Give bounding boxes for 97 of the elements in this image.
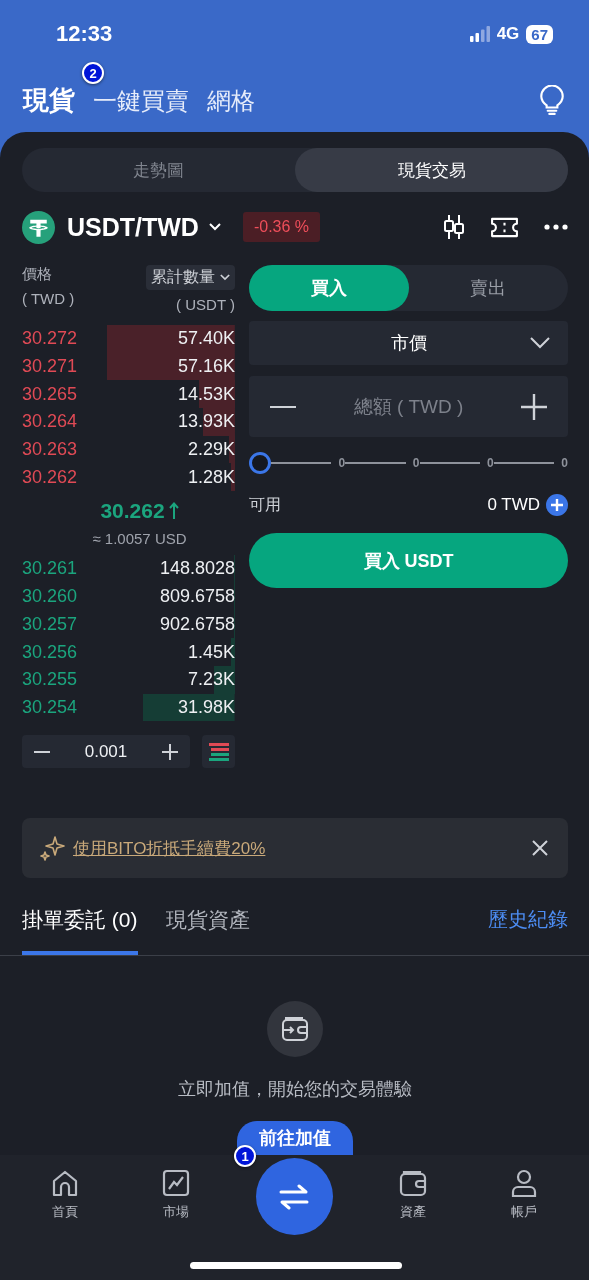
column-unit: ( TWD ) [22,290,75,307]
order-row[interactable]: 30.272 57.40K [22,325,235,353]
close-icon [532,840,548,857]
promo-link[interactable]: 使用BITO折抵手續費20% [73,836,525,860]
amount-slider[interactable]: 0 0 0 0 [249,452,568,474]
order-price: 30.262 [22,466,78,488]
add-circle-icon [546,494,568,516]
tether-coin-icon [22,210,55,244]
orders-tab[interactable]: 現貨資產 [165,906,250,956]
available-balance: 0 TWD [487,495,540,515]
ticket-icon [490,216,519,238]
nav-item[interactable]: 帳戶 [493,1169,554,1221]
order-price: 30.271 [22,356,78,378]
increase-button[interactable] [520,392,548,421]
lightbulb-icon [539,85,565,115]
order-row[interactable]: 30.263 2.29K [22,435,235,464]
order-row[interactable]: 30.257 902.6758 [22,610,235,639]
order-row[interactable]: 30.262 1.28K [22,463,235,492]
header-tab[interactable]: 現貨 [23,82,75,118]
order-amount: 809.6758 [159,586,235,608]
sparkle-icon [40,835,66,862]
usd-price: ≈ 1.0057 USD [92,530,187,548]
orders-tab[interactable]: 掛單委託 (0) [22,906,138,956]
order-type-dropdown[interactable]: 市價 [249,321,568,365]
signal-icon [469,26,490,42]
amount-field[interactable]: 總額 ( TWD ) [249,376,568,437]
nav-item[interactable]: 首頁 [35,1169,96,1221]
step-value: 0.001 [84,741,128,762]
order-amount: 31.98K [177,696,235,718]
order-price: 30.260 [22,586,78,608]
order-price: 30.255 [22,669,78,691]
last-price: 30.262 [100,499,165,524]
order-row[interactable]: 30.265 14.53K [22,380,235,409]
order-price: 30.264 [22,411,78,433]
chevron-down-icon [208,223,221,231]
empty-message: 立即加值，開始您的交易體驗 [178,1078,412,1102]
swap-arrows-icon [279,1183,310,1210]
order-row[interactable]: 30.255 7.23K [22,665,235,694]
order-amount: 57.40K [177,328,235,350]
history-link[interactable]: 歷史紀錄 [488,906,568,934]
column-header: 價格 [22,265,53,284]
order-row[interactable]: 30.256 1.45K [22,638,235,666]
amount-dropdown[interactable]: 累計數量 [146,265,235,290]
chevron-down-icon [530,337,550,349]
chevron-down-icon [220,274,230,281]
order-row[interactable]: 30.254 31.98K [22,693,235,722]
amount-field[interactable]: 總額 ( TWD ) [305,394,512,419]
more-icon [544,224,568,230]
header-tab[interactable]: 網格 [207,84,255,117]
order-price: 30.261 [22,558,78,580]
view-tab[interactable]: 走勢圖 [22,148,295,192]
annotation-marker: 2 [82,62,104,84]
order-amount: 7.23K [187,669,235,691]
wallet-icon [399,1169,428,1197]
battery-indicator: 67 [526,24,553,44]
minus-icon [34,750,50,753]
order-amount: 2.29K [187,439,235,461]
side-tab[interactable]: 賣出 [408,265,568,311]
order-row[interactable]: 30.261 148.8028 [22,555,235,583]
order-amount: 14.53K [177,383,235,405]
network-label: 4G [496,24,520,44]
book-layout-button[interactable] [202,735,235,769]
pair-name[interactable]: USDT/TWD [67,212,199,242]
order-amount: 57.16K [177,356,235,378]
wallet-transfer-icon [281,1016,309,1043]
order-price: 30.265 [22,383,78,405]
person-icon [509,1169,538,1197]
up-arrow-icon [168,502,179,521]
order-row[interactable]: 30.260 809.6758 [22,582,235,611]
candlestick-icon [443,214,465,240]
nav-item[interactable]: 市場 [145,1169,206,1221]
order-row[interactable]: 30.264 13.93K [22,408,235,436]
order-price: 30.254 [22,696,78,718]
order-amount: 902.6758 [159,613,235,635]
plus-icon [162,743,178,760]
minus-icon [270,405,296,408]
order-amount: 1.45K [187,641,235,663]
header-tab[interactable]: 一鍵買賣 [93,84,189,117]
clock-time: 12:33 [56,21,113,47]
order-amount: 13.93K [177,411,235,433]
order-row[interactable]: 30.271 57.16K [22,352,235,381]
order-price: 30.256 [22,641,78,663]
view-tab[interactable]: 現貨交易 [295,148,568,192]
order-price: 30.257 [22,613,78,635]
plus-icon [521,393,547,420]
order-amount: 148.8028 [159,558,235,580]
slider-thumb[interactable] [249,452,271,474]
order-amount: 1.28K [187,466,235,488]
chart-icon [161,1169,190,1197]
book-layout-icon [208,741,229,762]
column-unit: ( USDT ) [176,296,235,313]
change-badge: -0.36 % [242,212,321,242]
home-icon [51,1169,80,1197]
available-label: 可用 [249,494,281,515]
order-price: 30.263 [22,439,78,461]
nav-item[interactable]: 資產 [383,1169,444,1221]
order-price: 30.272 [22,328,78,350]
